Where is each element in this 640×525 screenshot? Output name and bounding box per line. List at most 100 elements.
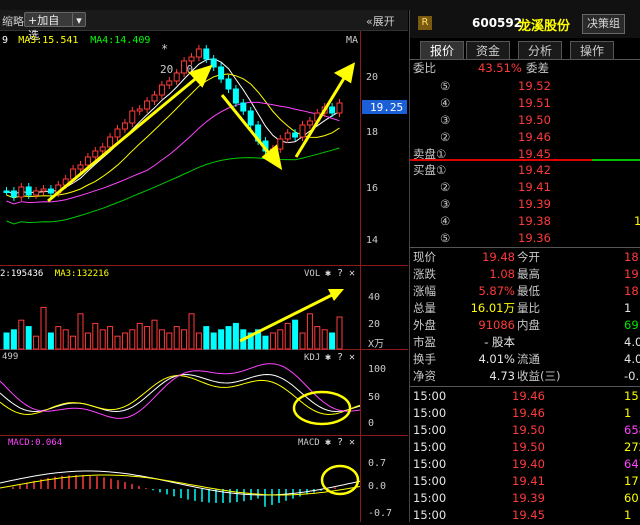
volume-bar <box>232 322 239 350</box>
price-tick: 18 <box>366 127 378 138</box>
chevron-down-icon: ▾ <box>76 14 82 27</box>
order-index: ⑤ <box>440 79 451 93</box>
volume-bar <box>195 332 202 350</box>
volume-bar <box>181 329 188 350</box>
order-index: ② <box>440 130 451 144</box>
ma-line <box>6 58 340 195</box>
add-watchlist-button[interactable]: +加自选 <box>24 12 74 42</box>
sell-buy-divider-red <box>410 159 592 161</box>
gear-icon[interactable]: ✱ <box>325 352 331 363</box>
volume-bar <box>277 329 284 350</box>
buy-order-row: ⑤ 19.36 <box>410 230 640 247</box>
watchlist-dropdown-button[interactable]: ▾ <box>72 12 86 27</box>
tab-funds[interactable]: 资金 <box>466 41 510 59</box>
weibi-row: 委比 43.51% 委差 <box>410 60 640 77</box>
tab-operation[interactable]: 操作 <box>570 41 614 59</box>
stat-label: 量比 <box>517 301 540 315</box>
tick-row: 15:00 19.46 1 <box>410 405 640 422</box>
close-icon[interactable]: ✕ <box>349 268 355 279</box>
stat-value: 4.73 <box>489 369 515 383</box>
stat-value: 4.01% <box>478 352 515 366</box>
order-index: ④ <box>440 214 451 228</box>
tick-row: 15:00 19.39 60 <box>410 490 640 507</box>
tick-row: 15:00 19.41 17 <box>410 473 640 490</box>
tick-price: 19.45 <box>512 508 545 522</box>
help-icon[interactable]: ? <box>337 268 343 279</box>
stat-row: 现价 19.48 今开 18 <box>410 249 640 266</box>
order-price: 19.46 <box>518 130 551 144</box>
volume-bar <box>114 335 121 350</box>
tab-analysis[interactable]: 分析 <box>518 41 562 59</box>
gear-icon[interactable]: ✱ <box>325 268 331 279</box>
stat-label: 涨跌 <box>413 267 436 281</box>
tick-time: 15:00 <box>413 474 447 488</box>
close-icon[interactable]: ✕ <box>349 437 355 448</box>
order-price: 19.51 <box>518 96 551 110</box>
tick-volume: 647 <box>624 457 640 471</box>
stat-value: 69 <box>624 318 639 332</box>
volume-bar <box>151 319 158 350</box>
candle-body <box>284 132 291 140</box>
candle-body <box>218 66 225 80</box>
candle-body <box>225 78 232 90</box>
candle-body <box>84 156 91 166</box>
tick-volume: 15 <box>624 389 639 403</box>
weibi-value: 43.51% <box>478 61 522 75</box>
stat-label: 收益(三) <box>517 369 561 383</box>
tick-price: 19.40 <box>512 457 545 471</box>
decision-button[interactable]: 决策组 <box>582 14 625 34</box>
stat-label: 今开 <box>517 250 540 264</box>
weibi-label: 委比 <box>413 61 436 75</box>
order-price: 19.36 <box>518 231 551 245</box>
macd-tick: -0.7 <box>368 508 392 519</box>
close-icon[interactable]: ✕ <box>349 352 355 363</box>
stat-label: 换手 <box>413 352 436 366</box>
volume-bar <box>121 332 128 350</box>
stat-row: 涨幅 5.87% 最低 18 <box>410 283 640 300</box>
ma-legend-item: MA3:15.541 <box>18 35 78 46</box>
vol-tick: 20 <box>368 319 380 330</box>
volume-bar <box>158 329 165 350</box>
vol-legend-item: MA3:132216 <box>55 269 109 279</box>
volume-bar <box>144 326 151 350</box>
kdj-tool-icons[interactable]: ✱? ✕ <box>325 352 355 363</box>
gear-icon[interactable]: ✱ <box>325 437 331 448</box>
up-trend-arrow <box>47 73 201 203</box>
volume-bar <box>321 329 328 350</box>
sell-order-row: ④ 19.51 <box>410 95 640 112</box>
toolbar-left-text: 缩略 <box>2 15 24 28</box>
vol-axis: 40 20 <box>368 292 380 330</box>
volume-bar <box>33 335 40 350</box>
kdj-legend: 499 <box>2 352 18 362</box>
order-volume: 1 <box>634 214 640 228</box>
help-icon[interactable]: ? <box>337 352 343 363</box>
candle-body <box>232 88 239 104</box>
volume-bar <box>299 332 306 350</box>
candle-body <box>166 80 173 86</box>
weicha-label: 委差 <box>526 61 549 75</box>
stat-label: 现价 <box>413 250 436 264</box>
tick-price: 19.46 <box>512 389 545 403</box>
buy-order-row: ③ 19.39 <box>410 196 640 213</box>
tick-volume: 272 <box>624 440 640 454</box>
volume-bar <box>99 329 106 350</box>
vol-tool-icons[interactable]: ✱? ✕ <box>325 268 355 279</box>
rebound-arrow <box>294 74 348 158</box>
down-trend-arrow <box>220 94 274 158</box>
kline-chart-svg[interactable]: 9 MA3:15.541 MA4:14.409 MA 20.30 * 2018161… <box>0 31 408 522</box>
tick-time: 15:00 <box>413 406 447 420</box>
volume-bar <box>329 332 336 350</box>
collapse-panel-button[interactable]: «展开 <box>366 13 395 29</box>
stat-label: 净资 <box>413 369 436 383</box>
macd-histogram <box>0 470 361 507</box>
candle-body <box>247 110 254 126</box>
macd-tick: 0.0 <box>368 481 386 492</box>
tab-quote[interactable]: 报价 <box>420 41 464 59</box>
macd-tool-icons[interactable]: ✱? ✕ <box>325 437 355 448</box>
tick-row: 15:00 19.40 647 <box>410 456 640 473</box>
stat-value: 5.87% <box>478 284 515 298</box>
stat-value: 1.08 <box>489 267 515 281</box>
kline-chart-area[interactable]: 9 MA3:15.541 MA4:14.409 MA 20.30 * 20 18 16 1… <box>0 31 408 522</box>
candle-body <box>92 150 99 158</box>
help-icon[interactable]: ? <box>337 437 343 448</box>
